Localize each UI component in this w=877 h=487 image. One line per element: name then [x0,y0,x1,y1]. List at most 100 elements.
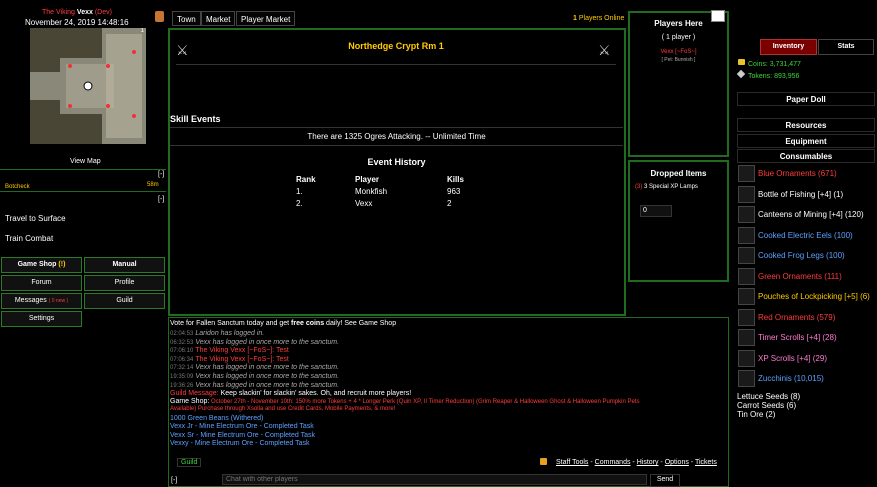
tab-player-market[interactable]: Player Market [236,11,296,26]
inventory-item[interactable]: Cooked Frog Legs (100) [737,246,877,266]
item-label: Bottle of Fishing [+4] (1) [758,189,844,199]
inventory-item[interactable]: Green Ornaments (111) [737,267,877,287]
item-icon [738,308,755,326]
player-entry[interactable]: Vexx [~FoS~] [628,49,729,55]
user-name-text[interactable]: Vexx [77,9,93,16]
minimap[interactable]: 1 [30,28,146,144]
link-commands[interactable]: Commands [595,459,631,466]
seed-item[interactable]: Tin Ore (2) [737,410,775,419]
event-description: There are 1325 Ogres Attacking. -- Unlim… [307,132,486,141]
messages-button[interactable]: Messages ( 0 new ) [1,293,82,309]
dropped-item[interactable]: (3) 3 Special XP Lamps [635,184,698,190]
consumables-bar[interactable]: Consumables [737,149,875,163]
history-player[interactable]: Vexx [355,199,372,208]
room-panel [168,28,626,316]
item-icon [738,226,755,244]
inventory-item[interactable]: Blue Ornaments (671) [737,164,877,184]
chat-timestamp: 07:06:34 [170,356,194,363]
send-button[interactable]: Send [650,474,680,487]
item-icon [738,165,755,182]
messages-badge: ( 0 new ) [48,298,69,304]
chat-text: Vexx has logged in once more to the sanc… [195,381,340,389]
messages-label: Messages [14,297,47,304]
link-history[interactable]: History [637,459,659,466]
item-label: Canteens of Mining [+4] (120) [758,210,864,219]
item-icon [738,206,755,223]
item-label: Zucchinis (10,015) [758,374,824,383]
inventory-item[interactable]: Zucchinis (10,015) [737,369,877,389]
chat-tab-guild[interactable]: Guild [177,458,202,467]
history-player[interactable]: Monkfish [355,187,387,196]
forum-button[interactable]: Forum [1,275,82,291]
vote-suffix: daily! See Game Shop [324,320,397,327]
chat-collapse-toggle[interactable]: [-] [171,477,177,484]
scroll-icon[interactable] [155,11,164,22]
link-staff-tools[interactable]: Staff Tools [556,459,588,466]
action-train-combat[interactable]: Train Combat [5,234,53,243]
coins-icon [738,59,745,65]
inventory-item[interactable]: Canteens of Mining [+4] (120) [737,205,877,225]
game-shop-button[interactable]: Game Shop (!) [1,257,82,273]
inventory-item[interactable]: Bottle of Fishing [+4] (1) [737,185,877,205]
link-options[interactable]: Options [665,459,689,466]
event-history-title: Event History [367,157,426,167]
manual-button[interactable]: Manual [84,257,165,273]
inventory-item[interactable]: Red Ornaments (579) [737,308,877,328]
shop-message-label: Game Shop: [170,398,210,405]
paper-doll-bar[interactable]: Paper Doll [737,92,875,106]
action-travel-surface[interactable]: Travel to Surface [5,214,66,223]
seed-item[interactable]: Lettuce Seeds (8) [737,392,800,401]
inventory-item[interactable]: Pouches of Lockpicking [+5] (6) [737,287,877,307]
item-label: Blue Ornaments (671) [758,169,837,178]
item-icon [738,329,755,346]
chat-links: Staff Tools - Commands - History - Optio… [556,459,717,466]
server-date: November 24, 2019 14:48:16 [25,18,129,27]
botcheck-label[interactable]: Botcheck [5,184,30,190]
tab-town[interactable]: Town [172,11,201,26]
vote-announcement[interactable]: Vote for Fallen Sanctum today and get fr… [170,320,396,327]
chat-timestamp: 06:32:53 [170,339,194,346]
item-label: Timer Scrolls [+4] (28) [758,333,837,342]
inventory-item[interactable]: Cooked Electric Eels (100) [737,226,877,246]
chat-timestamp: 19:36:26 [170,382,194,389]
chat-timestamp: 07:06:10 [170,348,194,355]
player-pet: [ Pet: Bunnish ] [661,57,696,63]
inventory-item[interactable]: XP Scrolls [+4] (29) [737,349,877,369]
minimap-drawing [30,28,146,144]
chat-text: Vexx has logged in once more to the sanc… [195,364,340,372]
task-line: Vexx Jr - Mine Electrum Ore - Completed … [170,423,314,430]
skill-events-title: Skill Events [170,114,221,124]
settings-button[interactable]: Settings [1,311,82,327]
item-icon [738,288,755,305]
history-header-player: Player [355,175,380,184]
chat-text: Laridon has logged in. [195,330,265,337]
user-title: The Viking [42,9,75,16]
seed-item[interactable]: Carrot Seeds (6) [737,401,796,410]
equipment-bar[interactable]: Equipment [737,134,875,148]
view-map-link[interactable]: View Map [70,158,101,165]
user-name[interactable]: The Viking Vexx (Dev) [42,9,112,16]
collapse-toggle[interactable]: [-] [158,196,164,203]
link-tickets[interactable]: Tickets [695,459,717,466]
divider [0,169,166,170]
chat-bell-icon[interactable] [540,458,547,465]
item-label: Cooked Frog Legs (100) [758,251,845,260]
room-title: Northedge Crypt Rm 1 [348,41,444,51]
guild-message-text: Keep slackin' for slackin' sakes. Oh, an… [218,390,412,397]
item-icon [738,370,755,387]
divider [170,145,623,146]
guild-button[interactable]: Guild [84,293,165,309]
tab-stats[interactable]: Stats [818,39,874,55]
item-icon [738,267,755,285]
drop-quantity-input[interactable]: 0 [640,205,672,217]
item-icon [738,185,755,203]
chat-input[interactable] [222,474,647,485]
tab-inventory[interactable]: Inventory [760,39,817,55]
profile-button[interactable]: Profile [84,275,165,291]
collapse-toggle[interactable]: [-] [158,171,164,178]
chat-text: Vexx has logged in once more to the sanc… [195,338,340,346]
tab-market[interactable]: Market [201,11,236,26]
inventory-item[interactable]: Timer Scrolls [+4] (28) [737,328,877,348]
resources-bar[interactable]: Resources [737,118,875,132]
item-label: Pouches of Lockpicking [+5] (6) [758,292,870,301]
